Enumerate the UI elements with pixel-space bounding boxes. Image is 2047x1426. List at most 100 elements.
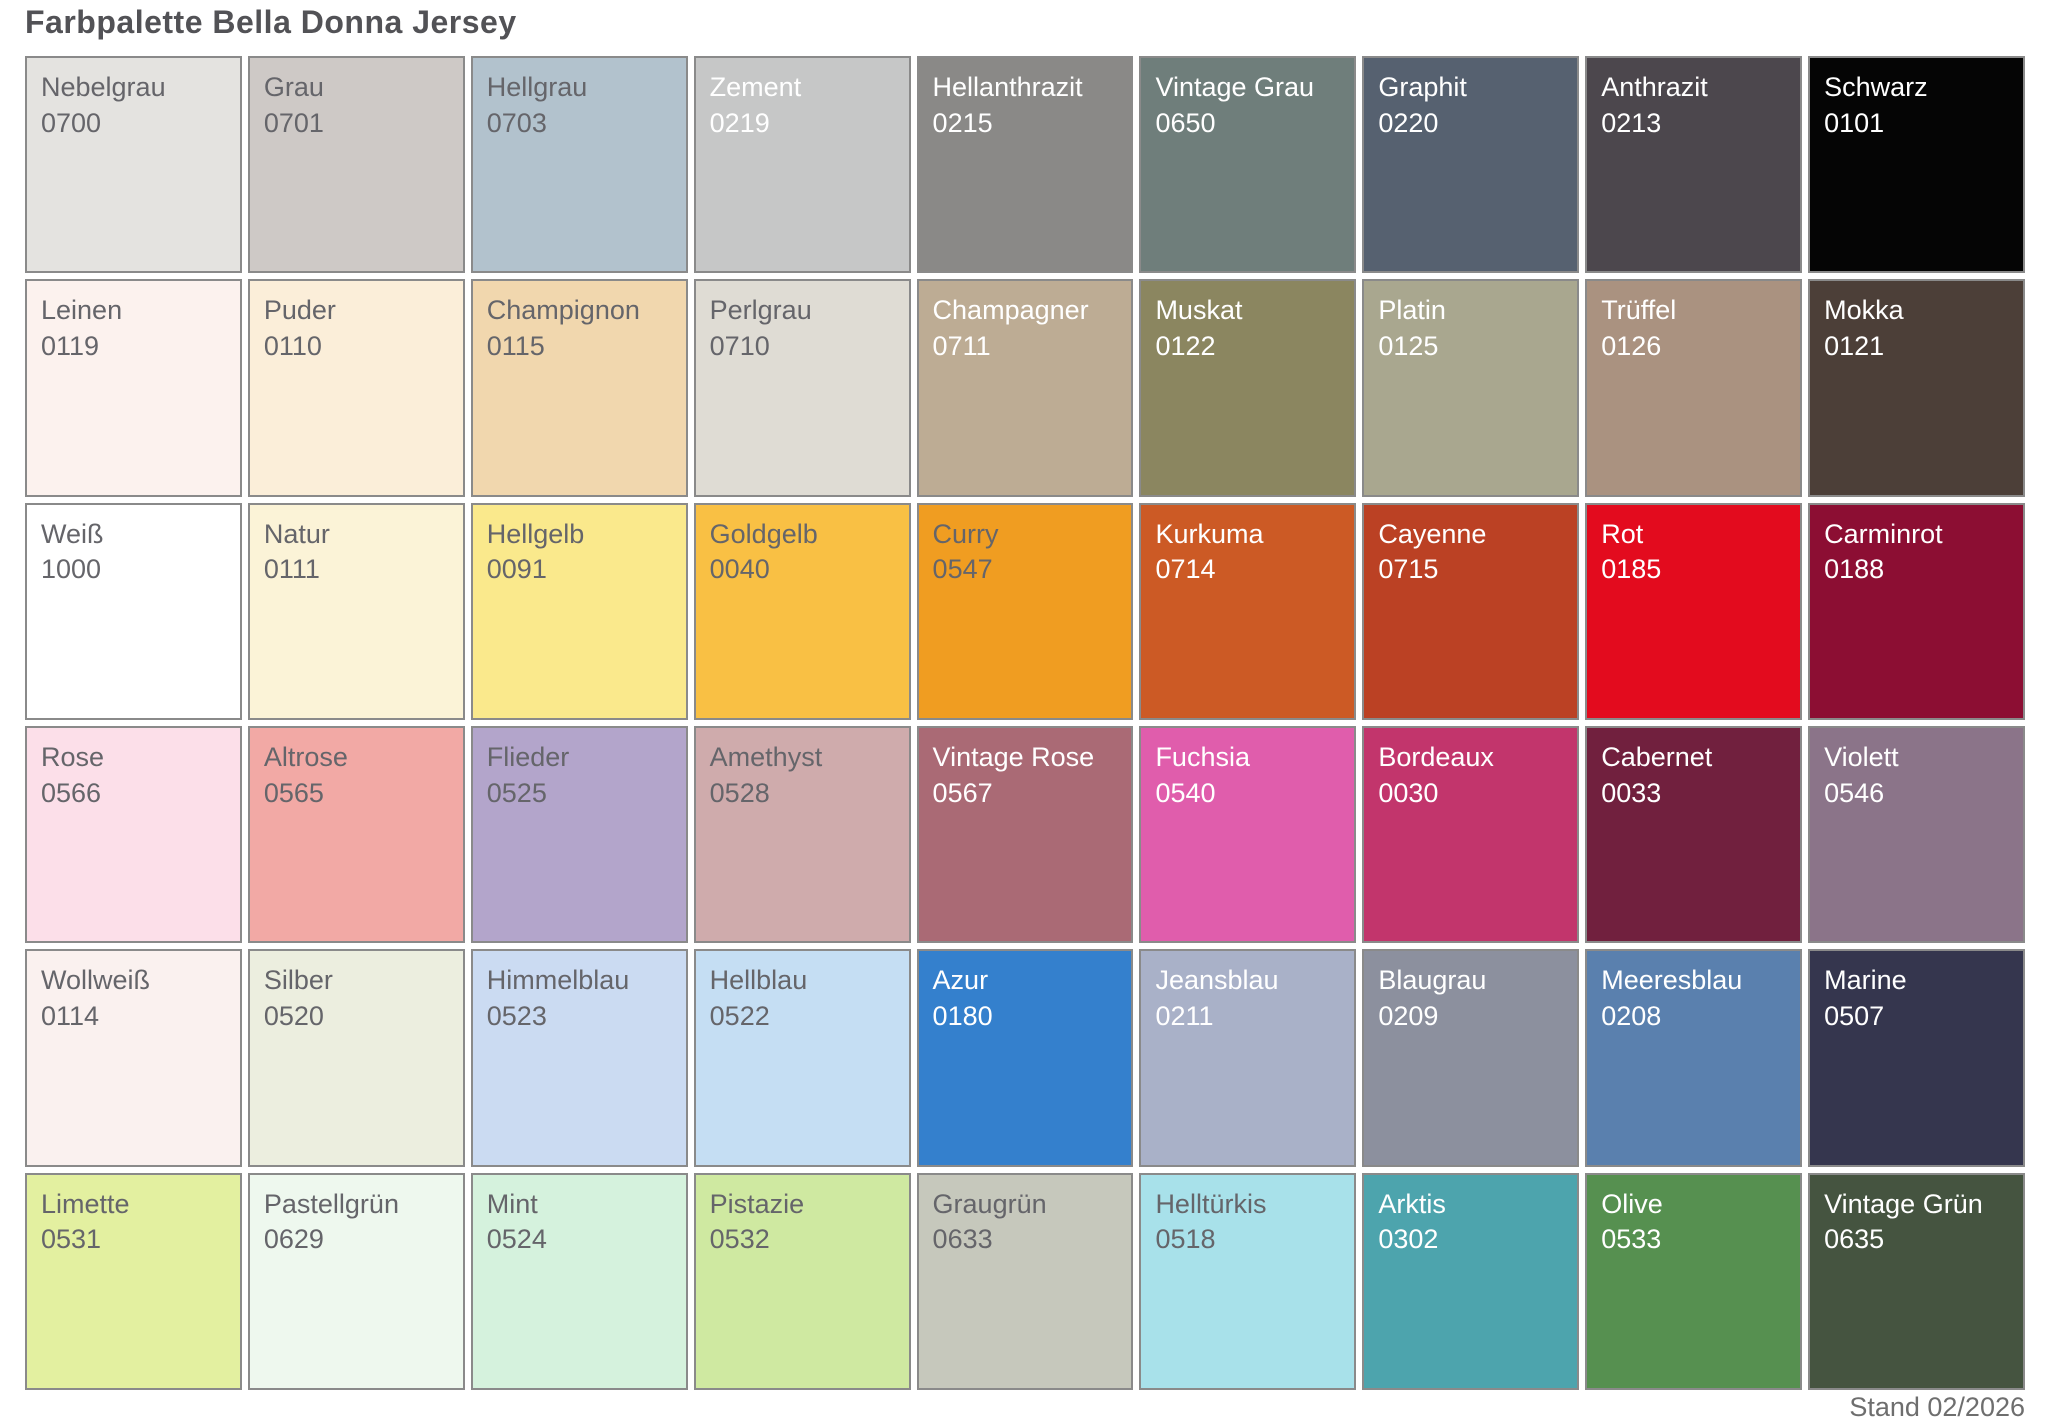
swatch-code-label: 0040	[710, 552, 909, 588]
swatch-name-label: Arktis	[1378, 1187, 1577, 1223]
swatch-code-label: 0507	[1824, 999, 2023, 1035]
swatch-name-label: Marine	[1824, 963, 2023, 999]
swatch-0121: Mokka 0121	[1808, 279, 2025, 496]
swatch-0520: Silber 0520	[248, 949, 465, 1166]
swatch-code-label: 0531	[41, 1222, 240, 1258]
swatch-code-label: 0219	[710, 106, 909, 142]
swatch-name-label: Azur	[933, 963, 1132, 999]
swatch-code-label: 0701	[264, 106, 463, 142]
swatch-name-label: Mint	[487, 1187, 686, 1223]
swatch-code-label: 0185	[1601, 552, 1800, 588]
swatch-code-label: 0518	[1155, 1222, 1354, 1258]
swatch-code-label: 0703	[487, 106, 686, 142]
swatch-name-label: Limette	[41, 1187, 240, 1223]
swatch-name-label: Weiß	[41, 517, 240, 553]
swatch-code-label: 0700	[41, 106, 240, 142]
swatch-0532: Pistazie 0532	[694, 1173, 911, 1390]
swatch-code-label: 0524	[487, 1222, 686, 1258]
swatch-0213: Anthrazit 0213	[1585, 56, 1802, 273]
swatch-code-label: 0110	[264, 329, 463, 365]
swatch-name-label: Schwarz	[1824, 70, 2023, 106]
swatch-0524: Mint 0524	[471, 1173, 688, 1390]
swatch-name-label: Hellgrau	[487, 70, 686, 106]
swatch-name-label: Vintage Rose	[933, 740, 1132, 776]
swatch-0208: Meeresblau 0208	[1585, 949, 1802, 1166]
swatch-0125: Platin 0125	[1362, 279, 1579, 496]
swatch-0565: Altrose 0565	[248, 726, 465, 943]
swatch-name-label: Hellblau	[710, 963, 909, 999]
swatch-name-label: Silber	[264, 963, 463, 999]
swatch-code-label: 0523	[487, 999, 686, 1035]
swatch-name-label: Leinen	[41, 293, 240, 329]
swatch-code-label: 0540	[1155, 776, 1354, 812]
swatch-0523: Himmelblau 0523	[471, 949, 688, 1166]
swatch-code-label: 0533	[1601, 1222, 1800, 1258]
swatch-name-label: Trüffel	[1601, 293, 1800, 329]
swatch-name-label: Himmelblau	[487, 963, 686, 999]
swatch-0711: Champagner 0711	[917, 279, 1134, 496]
swatch-code-label: 0126	[1601, 329, 1800, 365]
swatch-0110: Puder 0110	[248, 279, 465, 496]
swatch-name-label: Graugrün	[933, 1187, 1132, 1223]
swatch-code-label: 0030	[1378, 776, 1577, 812]
swatch-name-label: Amethyst	[710, 740, 909, 776]
swatch-name-label: Zement	[710, 70, 909, 106]
swatch-code-label: 0629	[264, 1222, 463, 1258]
color-palette-sheet: Farbpalette Bella Donna Jersey Nebelgrau…	[0, 0, 2047, 1426]
swatch-name-label: Helltürkis	[1155, 1187, 1354, 1223]
swatch-name-label: Anthrazit	[1601, 70, 1800, 106]
swatch-0714: Kurkuma 0714	[1139, 503, 1356, 720]
swatch-0119: Leinen 0119	[25, 279, 242, 496]
swatch-name-label: Fuchsia	[1155, 740, 1354, 776]
swatch-name-label: Cayenne	[1378, 517, 1577, 553]
swatch-name-label: Hellgelb	[487, 517, 686, 553]
swatch-0122: Muskat 0122	[1139, 279, 1356, 496]
swatch-name-label: Bordeaux	[1378, 740, 1577, 776]
swatch-name-label: Champagner	[933, 293, 1132, 329]
swatch-0701: Grau 0701	[248, 56, 465, 273]
swatch-code-label: 0635	[1824, 1222, 2023, 1258]
swatch-0540: Fuchsia 0540	[1139, 726, 1356, 943]
swatch-code-label: 0208	[1601, 999, 1800, 1035]
swatch-0531: Limette 0531	[25, 1173, 242, 1390]
swatch-0715: Cayenne 0715	[1362, 503, 1579, 720]
swatch-0040: Goldgelb 0040	[694, 503, 911, 720]
swatch-code-label: 0215	[933, 106, 1132, 142]
swatch-name-label: Puder	[264, 293, 463, 329]
swatch-name-label: Olive	[1601, 1187, 1800, 1223]
swatch-0030: Bordeaux 0030	[1362, 726, 1579, 943]
swatch-name-label: Wollweiß	[41, 963, 240, 999]
revision-date-label: Stand 02/2026	[1849, 1392, 2025, 1423]
swatch-name-label: Cabernet	[1601, 740, 1800, 776]
swatch-name-label: Altrose	[264, 740, 463, 776]
swatch-code-label: 0211	[1155, 999, 1354, 1035]
swatch-0091: Hellgelb 0091	[471, 503, 688, 720]
swatch-code-label: 0114	[41, 999, 240, 1035]
palette-grid: Nebelgrau 0700 Grau 0701 Hellgrau 0703 Z…	[25, 56, 2025, 1390]
swatch-name-label: Champignon	[487, 293, 686, 329]
swatch-name-label: Muskat	[1155, 293, 1354, 329]
swatch-code-label: 0650	[1155, 106, 1354, 142]
swatch-name-label: Goldgelb	[710, 517, 909, 553]
swatch-name-label: Perlgrau	[710, 293, 909, 329]
swatch-name-label: Vintage Grau	[1155, 70, 1354, 106]
swatch-code-label: 0522	[710, 999, 909, 1035]
swatch-code-label: 0122	[1155, 329, 1354, 365]
page-title: Farbpalette Bella Donna Jersey	[25, 4, 517, 41]
swatch-0211: Jeansblau 0211	[1139, 949, 1356, 1166]
swatch-name-label: Curry	[933, 517, 1132, 553]
swatch-0507: Marine 0507	[1808, 949, 2025, 1166]
swatch-code-label: 0121	[1824, 329, 2023, 365]
swatch-0188: Carminrot 0188	[1808, 503, 2025, 720]
swatch-0528: Amethyst 0528	[694, 726, 911, 943]
swatch-code-label: 0546	[1824, 776, 2023, 812]
swatch-code-label: 0520	[264, 999, 463, 1035]
swatch-0180: Azur 0180	[917, 949, 1134, 1166]
swatch-code-label: 0119	[41, 329, 240, 365]
swatch-code-label: 0213	[1601, 106, 1800, 142]
swatch-name-label: Mokka	[1824, 293, 2023, 329]
swatch-code-label: 0101	[1824, 106, 2023, 142]
swatch-0215: Hellanthrazit 0215	[917, 56, 1134, 273]
swatch-code-label: 0188	[1824, 552, 2023, 588]
swatch-0101: Schwarz 0101	[1808, 56, 2025, 273]
